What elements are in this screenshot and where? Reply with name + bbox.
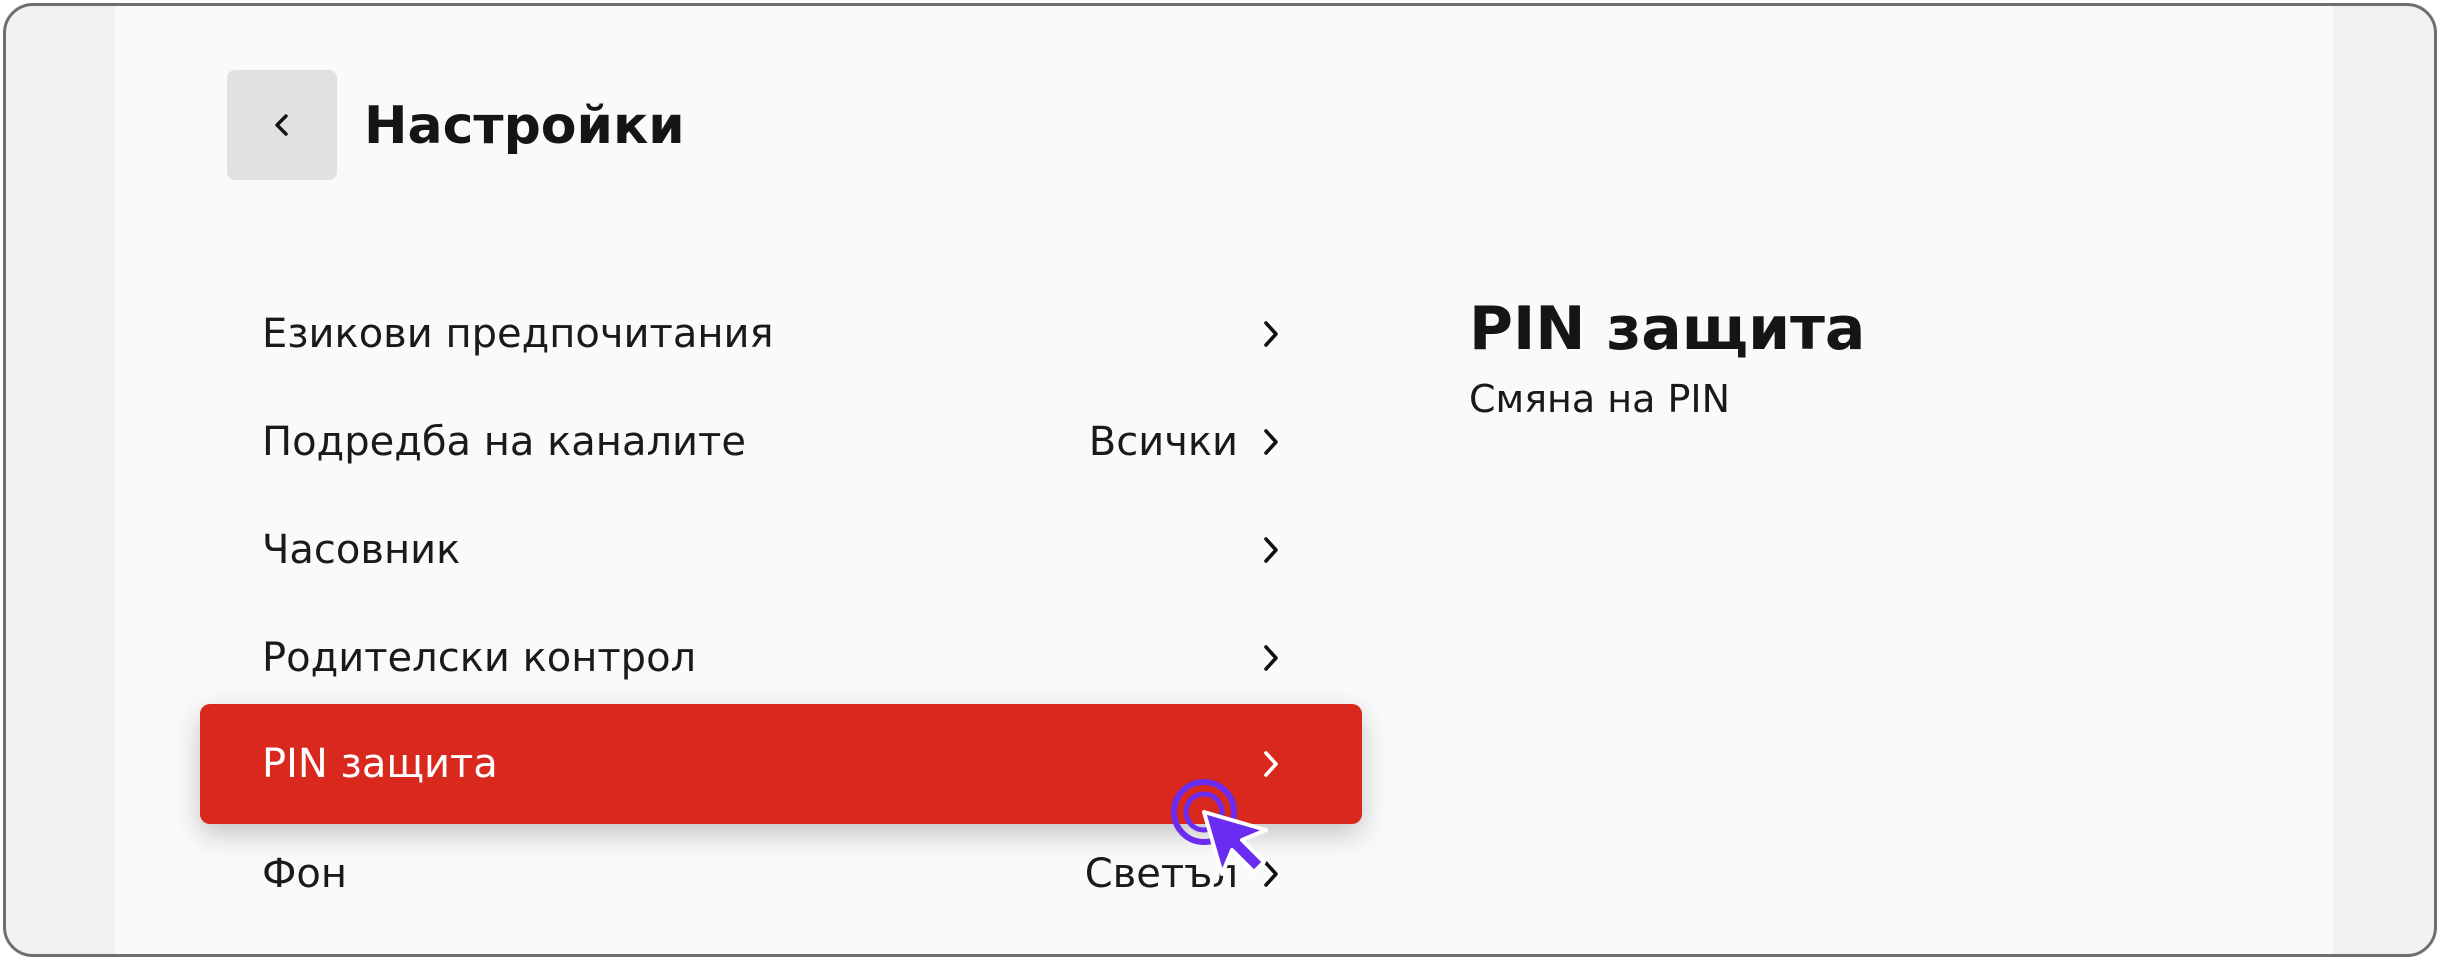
chevron-right-icon [1264,537,1278,563]
menu-item-language[interactable]: Езикови предпочитания [200,274,1362,394]
chevron-left-icon [275,114,288,136]
menu-item-value: Всички [1088,419,1238,465]
menu-item-background[interactable]: Фон Светъл [200,814,1362,934]
chevron-right-icon [1264,321,1278,347]
page-title: Настройки [364,96,685,156]
menu-item-pin-protection[interactable]: PIN защита [200,704,1362,824]
menu-item-label: Родителски контрол [262,635,697,681]
menu-item-value: Светъл [1084,851,1238,897]
chevron-right-icon [1264,645,1278,671]
menu-item-channel-order[interactable]: Подредба на каналите Всички [200,382,1362,502]
detail-title: PIN защита [1469,294,1866,364]
chevron-right-icon [1264,429,1278,455]
menu-item-clock[interactable]: Часовник [200,490,1362,610]
menu-item-label: Фон [262,851,348,897]
menu-item-label: Езикови предпочитания [262,311,774,357]
menu-item-label: PIN защита [262,741,498,787]
back-button[interactable] [227,70,337,180]
chevron-right-icon [1264,861,1278,887]
chevron-right-icon [1264,751,1278,777]
change-pin-link[interactable]: Смяна на PIN [1469,376,1730,422]
menu-item-label: Подредба на каналите [262,419,746,465]
window-frame: Настройки Езикови предпочитания Подредба… [3,3,2437,957]
menu-item-parental-control[interactable]: Родителски контрол [200,598,1362,718]
menu-item-label: Часовник [262,527,461,573]
